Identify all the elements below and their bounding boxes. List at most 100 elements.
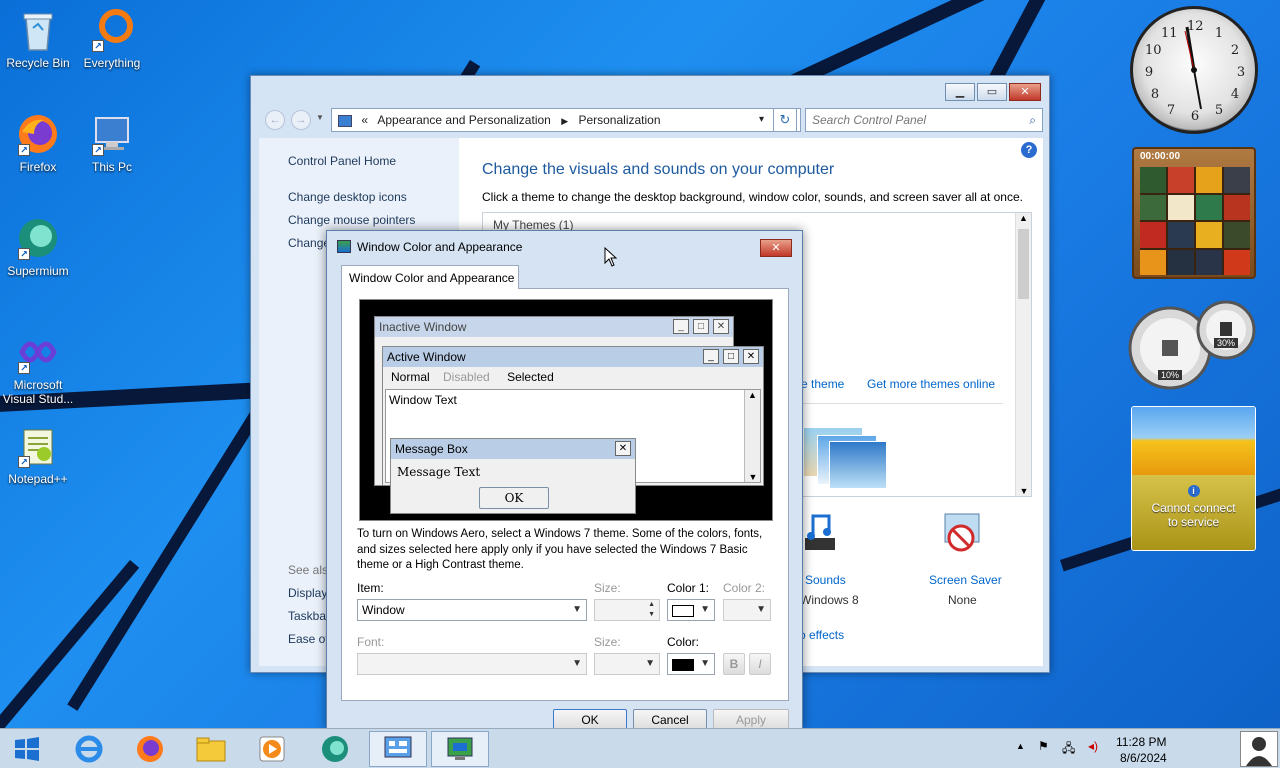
volume-icon[interactable]: ◂) xyxy=(1088,739,1098,753)
clock-date[interactable]: 8/6/2024 xyxy=(1120,751,1167,765)
mouse-cursor-icon xyxy=(604,247,618,267)
control-panel-home-link[interactable]: Control Panel Home xyxy=(288,154,396,168)
window-color-dialog[interactable]: Window Color and Appearance ✕ Window Col… xyxy=(326,230,803,728)
dialog-title: Window Color and Appearance xyxy=(357,240,523,254)
dialog-close-button[interactable]: ✕ xyxy=(760,239,792,257)
recent-pages-icon[interactable]: ▼ xyxy=(316,113,324,122)
item-select[interactable]: Window ▼ xyxy=(357,599,587,621)
address-toolbar: ← → ▼ « Appearance and Personalization ▶… xyxy=(257,106,1043,134)
show-hidden-icons[interactable]: ▲ xyxy=(1016,741,1025,751)
display-link[interactable]: Display xyxy=(288,586,327,600)
breadcrumb-appearance[interactable]: Appearance and Personalization xyxy=(377,113,550,127)
color-swatch xyxy=(672,604,694,617)
flag-icon[interactable]: ⚑ xyxy=(1038,739,1049,753)
start-button[interactable] xyxy=(0,731,54,767)
menu-normal: Normal xyxy=(391,370,430,384)
save-theme-link[interactable]: e theme xyxy=(801,377,844,391)
ok-button[interactable]: OK xyxy=(553,709,627,728)
desktop-icon-supermium[interactable]: ↗ Supermium xyxy=(0,216,76,278)
user-account-button[interactable] xyxy=(1240,731,1278,767)
font-color-picker[interactable]: ▼ xyxy=(667,653,715,675)
desktop-icon-this-pc[interactable]: ↗ This Pc xyxy=(74,112,150,174)
taskbar-control-panel[interactable] xyxy=(369,731,427,767)
color-swatch xyxy=(672,658,694,671)
network-icon[interactable]: 🖧 xyxy=(1062,739,1075,760)
address-dropdown-icon[interactable]: ▾ xyxy=(759,109,764,131)
forward-icon[interactable]: → xyxy=(291,110,311,130)
get-more-themes-link[interactable]: Get more themes online xyxy=(867,377,995,391)
desktop-icon-label: Notepad++ xyxy=(8,472,68,486)
taskbar-file-explorer[interactable] xyxy=(182,731,240,767)
size-stepper: ▲ ▼ xyxy=(594,599,660,621)
theme-thumbnail[interactable] xyxy=(803,427,887,493)
taskbar-personalization[interactable] xyxy=(431,731,489,767)
taskbar-supermium[interactable] xyxy=(306,731,364,767)
screen-saver-icon[interactable] xyxy=(939,510,987,558)
screen-saver-label[interactable]: Screen Saver xyxy=(929,573,1002,587)
minimize-button[interactable]: ▁ xyxy=(945,83,975,101)
desktop-icon-recycle-bin[interactable]: Recycle Bin xyxy=(0,8,76,70)
sounds-label[interactable]: Sounds xyxy=(805,573,846,587)
chevron-down-icon: ▼ xyxy=(645,658,655,669)
screen-saver-value: None xyxy=(948,593,977,607)
close-button[interactable]: ✕ xyxy=(1009,83,1041,101)
minimize-icon: _ xyxy=(703,349,719,364)
breadcrumb-personalization[interactable]: Personalization xyxy=(578,113,660,127)
font-color-label: Color: xyxy=(667,635,700,649)
picture-puzzle-gadget[interactable]: 00:00:00 xyxy=(1132,147,1256,279)
desktop-icon-label: Recycle Bin xyxy=(6,56,70,70)
font-size-select: ▼ xyxy=(594,653,660,675)
taskbar-link[interactable]: Taskbar xyxy=(288,609,330,623)
ease-of-access-link[interactable]: Ease of xyxy=(288,632,329,646)
change-desktop-icons-link[interactable]: Change desktop icons xyxy=(288,190,407,204)
taskbar: ▲ ⚑ 🖧 ◂) 11:28 PM 8/6/2024 xyxy=(0,728,1280,768)
media-player-icon xyxy=(259,736,285,762)
puzzle-timer: 00:00:00 xyxy=(1140,151,1181,162)
dialog-app-icon xyxy=(337,240,351,253)
appearance-preview[interactable]: Inactive Window _ □ ✕ Active Window _ □ … xyxy=(359,299,773,521)
control-panel-icon xyxy=(384,736,412,758)
preview-message-box[interactable]: Message Box ✕ Message Text OK xyxy=(390,438,636,514)
firefox-icon: ↗ xyxy=(16,112,60,156)
dialog-panel: Inactive Window _ □ ✕ Active Window _ □ … xyxy=(341,288,789,701)
search-input[interactable]: Search Control Panel ⌕ xyxy=(805,108,1043,132)
sound-effects-link[interactable]: o effects xyxy=(799,628,844,642)
change-account-picture-link[interactable]: Change xyxy=(288,236,330,250)
tulip-image xyxy=(1132,407,1255,475)
change-mouse-pointers-link[interactable]: Change mouse pointers xyxy=(288,213,415,227)
weather-gadget[interactable]: i Cannot connect to service xyxy=(1131,406,1256,551)
clock-time[interactable]: 11:28 PM xyxy=(1116,735,1166,749)
address-bar[interactable]: « Appearance and Personalization ▶ Perso… xyxy=(331,108,801,132)
taskbar-firefox[interactable] xyxy=(121,731,179,767)
taskbar-media-player[interactable] xyxy=(243,731,301,767)
clock-gadget[interactable]: 12 1 2 3 4 5 6 7 8 9 10 11 xyxy=(1130,6,1258,134)
back-icon[interactable]: ← xyxy=(265,110,285,130)
sounds-icon[interactable] xyxy=(799,508,849,558)
help-icon[interactable]: ? xyxy=(1021,142,1037,158)
theme-list-scrollbar[interactable]: ▲ ▼ xyxy=(1015,213,1031,496)
cpu-meter-gadget[interactable]: 10% 30% xyxy=(1128,296,1258,396)
desktop-icon-notepad-plus[interactable]: ↗ Notepad++ xyxy=(0,424,76,486)
close-icon: ✕ xyxy=(743,349,759,364)
window-text: Window Text xyxy=(389,393,457,407)
maximize-button[interactable]: ▭ xyxy=(977,83,1007,101)
shortcut-arrow-icon: ↗ xyxy=(92,40,104,52)
color1-picker[interactable]: ▼ xyxy=(667,599,715,621)
info-icon: i xyxy=(1187,485,1200,497)
chevron-down-icon: ▼ xyxy=(572,658,582,669)
refresh-button[interactable]: ↻ xyxy=(773,108,797,132)
tab-window-color[interactable]: Window Color and Appearance xyxy=(341,265,519,289)
desktop-icon-visual-studio[interactable]: ↗ Microsoft Visual Stud... xyxy=(0,330,76,406)
desktop: Recycle Bin ↗ Everything ↗ Firefox ↗ Thi… xyxy=(0,0,1280,728)
desktop-icon-everything[interactable]: ↗ Everything xyxy=(74,8,150,70)
taskbar-internet-explorer[interactable] xyxy=(60,731,118,767)
page-description: Click a theme to change the desktop back… xyxy=(482,190,1023,204)
clock-hands-icon xyxy=(1184,26,1202,110)
breadcrumb-separator-icon[interactable]: ▶ xyxy=(561,116,568,126)
message-box-title: Message Box xyxy=(395,442,468,456)
cancel-button[interactable]: Cancel xyxy=(633,709,707,728)
puzzle-grid[interactable] xyxy=(1140,167,1250,275)
breadcrumb-overflow[interactable]: « xyxy=(361,113,368,127)
search-icon[interactable]: ⌕ xyxy=(1029,109,1036,131)
desktop-icon-firefox[interactable]: ↗ Firefox xyxy=(0,112,76,174)
